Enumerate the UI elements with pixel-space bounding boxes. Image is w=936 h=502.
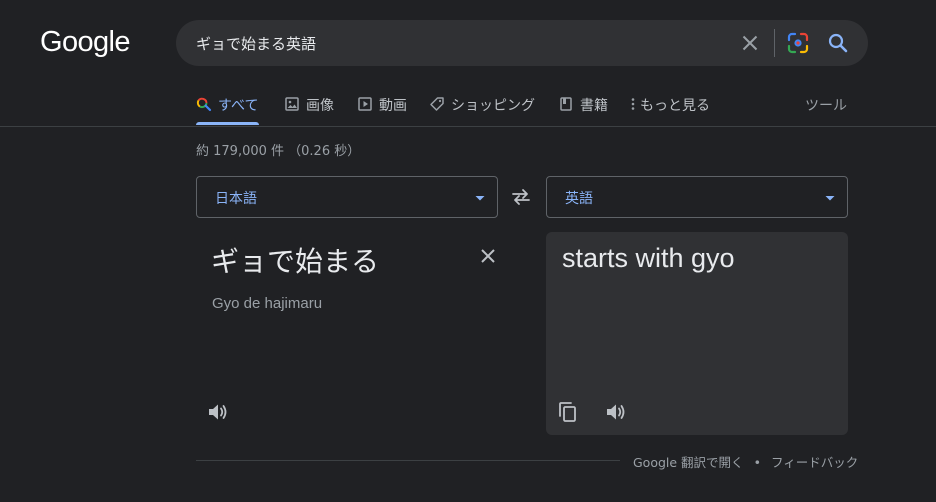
header-divider bbox=[0, 126, 936, 127]
tab-all[interactable]: すべて bbox=[196, 88, 258, 124]
source-text-input[interactable]: ギョで始まる bbox=[211, 240, 379, 280]
open-in-google-translate-link[interactable]: Google 翻訳で開く bbox=[633, 455, 744, 470]
copy-icon[interactable] bbox=[556, 400, 580, 424]
tab-label: 動画 bbox=[379, 98, 407, 114]
chevron-down-icon bbox=[473, 191, 487, 205]
video-icon bbox=[357, 96, 373, 112]
active-tab-indicator bbox=[196, 122, 259, 125]
target-language-select[interactable]: 英語 bbox=[546, 176, 848, 218]
tools-button[interactable]: ツール bbox=[805, 95, 847, 115]
tab-images[interactable]: 画像 bbox=[284, 88, 334, 124]
translation-output-panel: starts with gyo bbox=[546, 232, 848, 435]
tab-label: 画像 bbox=[306, 98, 334, 114]
tab-label: ショッピング bbox=[451, 98, 535, 114]
swap-languages-icon[interactable] bbox=[509, 185, 533, 209]
tab-books[interactable]: 書籍 bbox=[558, 88, 608, 124]
source-transliteration: Gyo de hajimaru bbox=[212, 295, 323, 312]
tab-shopping[interactable]: ショッピング bbox=[429, 88, 535, 124]
search-box[interactable]: ギョで始まる英語 bbox=[176, 20, 868, 66]
book-icon bbox=[558, 96, 574, 112]
speaker-icon[interactable] bbox=[604, 400, 628, 424]
google-lens-icon[interactable] bbox=[786, 31, 810, 55]
footer-divider bbox=[196, 460, 620, 461]
tab-label: 書籍 bbox=[580, 98, 608, 114]
clear-search-icon[interactable] bbox=[738, 31, 762, 55]
clear-source-icon[interactable] bbox=[476, 244, 500, 268]
translator-footer: Google 翻訳で開く • フィードバック bbox=[633, 452, 858, 471]
source-text-panel: ギョで始まる Gyo de hajimaru bbox=[196, 232, 498, 435]
search-submit-icon[interactable] bbox=[826, 31, 850, 55]
speaker-icon[interactable] bbox=[206, 400, 230, 424]
search-icon bbox=[196, 96, 212, 112]
image-icon bbox=[284, 96, 300, 112]
tab-label: すべて bbox=[218, 98, 259, 114]
tab-more[interactable]: もっと見る bbox=[630, 88, 710, 124]
source-language-select[interactable]: 日本語 bbox=[196, 176, 498, 218]
translated-text: starts with gyo bbox=[562, 243, 735, 273]
google-logo[interactable]: Google bbox=[40, 26, 131, 59]
tab-label: もっと見る bbox=[640, 98, 710, 114]
source-language-label: 日本語 bbox=[215, 191, 257, 207]
search-input[interactable]: ギョで始まる英語 bbox=[196, 33, 316, 54]
search-divider bbox=[774, 29, 775, 57]
feedback-link[interactable]: フィードバック bbox=[771, 455, 858, 470]
tag-icon bbox=[429, 96, 445, 112]
result-stats: 約 179,000 件 （0.26 秒） bbox=[196, 144, 361, 159]
footer-separator: • bbox=[753, 455, 761, 470]
tab-videos[interactable]: 動画 bbox=[357, 88, 407, 124]
chevron-down-icon bbox=[823, 191, 837, 205]
more-vert-icon bbox=[630, 96, 636, 112]
target-language-label: 英語 bbox=[565, 191, 593, 207]
